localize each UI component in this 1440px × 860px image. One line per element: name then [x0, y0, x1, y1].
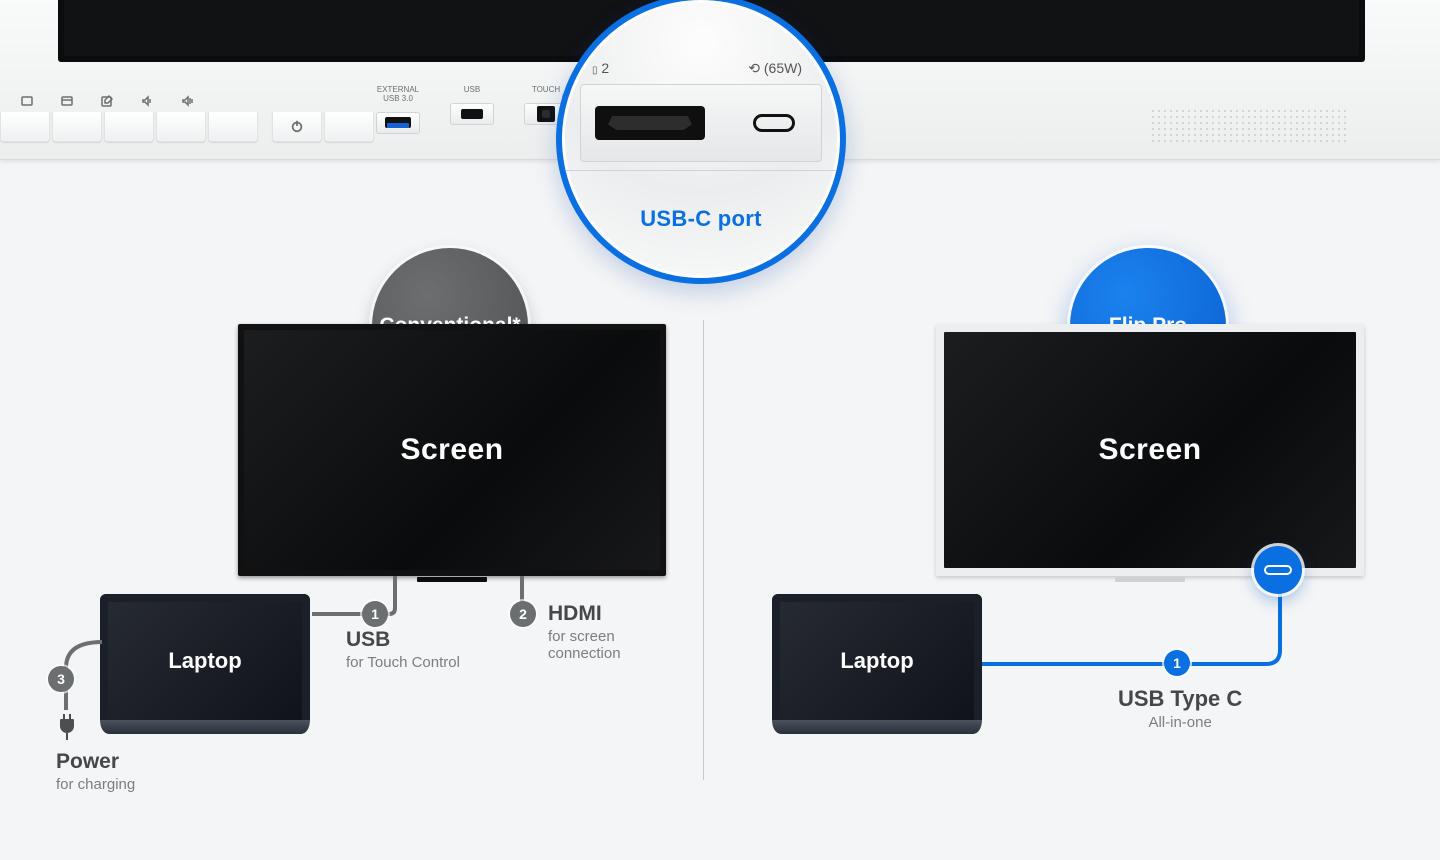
step-dot-usb: 1	[362, 601, 388, 627]
laptop-label: Laptop	[840, 648, 913, 674]
screen-label: Screen	[1098, 433, 1201, 467]
front-button[interactable]	[0, 112, 50, 142]
flip-pro-laptop: Laptop	[772, 594, 982, 734]
front-control-icons	[20, 94, 194, 108]
front-button[interactable]	[208, 112, 258, 142]
port-external-usb: EXTERNAL USB 3.0	[376, 86, 420, 134]
volume-down-icon	[140, 94, 154, 108]
magnified-port-panel	[580, 84, 822, 162]
usb-a-port-icon	[385, 117, 411, 128]
callout-sub: for Touch Control	[346, 654, 460, 671]
usbc-port-icon	[753, 114, 795, 132]
hdmi-port-icon	[595, 106, 705, 140]
callout-sub: for screen connection	[548, 628, 621, 662]
usbc-jack-icon	[1254, 546, 1302, 594]
callout-sub: for charging	[56, 776, 135, 793]
magnifier-circle: ▯ 2 ⟲ (65W) USB-C port	[556, 0, 846, 284]
hdmi-callout: HDMI for screen connection	[548, 602, 621, 662]
callout-title: USB	[346, 628, 460, 652]
step-dot-hdmi: 2	[510, 601, 536, 627]
usbc-slot-icon	[1264, 565, 1292, 575]
port-label: TOUCH	[532, 86, 560, 95]
comparison-divider	[703, 320, 704, 780]
mag-annotation-right: ⟲ (65W)	[748, 60, 802, 77]
usb-port-icon	[461, 109, 483, 119]
edit-icon	[100, 94, 114, 108]
flip-pro-cable-line	[960, 556, 1300, 696]
callout-sub: All-in-one	[1118, 714, 1242, 731]
power-plug-icon	[56, 712, 78, 747]
callout-title: HDMI	[548, 602, 621, 626]
volume-up-icon	[180, 94, 194, 108]
front-button[interactable]	[104, 112, 154, 142]
front-port-strip: EXTERNAL USB 3.0 USB TOUCH	[376, 86, 568, 134]
usb-callout: USB for Touch Control	[346, 628, 460, 671]
callout-title: USB Type C	[1118, 686, 1242, 712]
front-button[interactable]	[156, 112, 206, 142]
flip-pro-screen: Screen	[936, 324, 1364, 576]
port-usb: USB	[450, 86, 494, 134]
step-dot-power: 3	[48, 666, 74, 692]
usbc-callout: USB Type C All-in-one	[1118, 686, 1242, 731]
mag-annotation-left: ▯ 2	[592, 60, 609, 76]
callout-title: Power	[56, 750, 135, 774]
port-label: EXTERNAL USB 3.0	[377, 86, 419, 104]
power-callout: Power for charging	[56, 750, 135, 793]
power-icon	[290, 119, 304, 133]
screen-label: Screen	[400, 433, 503, 467]
conventional-screen: Screen	[238, 324, 666, 576]
port-label: USB	[464, 86, 480, 95]
laptop-base	[772, 720, 982, 734]
power-button[interactable]	[272, 112, 322, 142]
step-dot-usbc: 1	[1164, 650, 1190, 676]
touch-port-icon	[537, 106, 555, 122]
window-icon	[60, 94, 74, 108]
front-button-row	[0, 112, 374, 142]
screen-icon	[20, 94, 34, 108]
speaker-grille	[1150, 108, 1350, 144]
surface-edge	[562, 170, 840, 171]
front-button[interactable]	[324, 112, 374, 142]
usbc-port-label: USB-C port	[562, 206, 840, 232]
front-button[interactable]	[52, 112, 102, 142]
